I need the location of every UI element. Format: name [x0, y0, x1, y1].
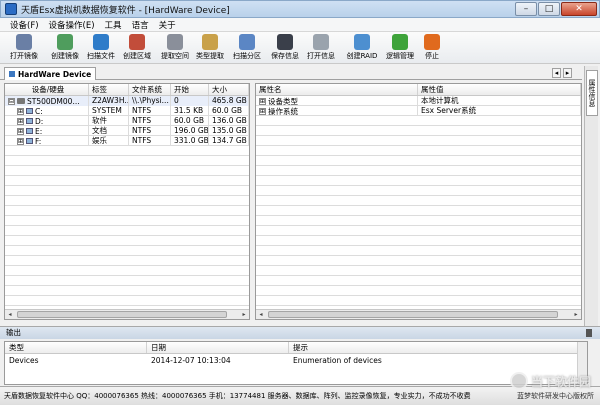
tab-hardware-device[interactable]: HardWare Device: [4, 67, 97, 80]
toolbar: 打开镜像 创建镜像 扫描文件 创建区域 提取空间 类型提取 扫描分区 保存信息 …: [0, 32, 600, 64]
scroll-right-arrow[interactable]: ▸: [571, 310, 581, 319]
scroll-right-arrow[interactable]: ▸: [239, 310, 249, 319]
column-type[interactable]: 类型: [5, 342, 147, 353]
output-table: 类型 日期 提示 Devices 2014-12-07 10:13:04 Enu…: [4, 341, 588, 385]
device-table-header: 设备/硬盘 标签 文件系统 开始 大小: [5, 84, 249, 96]
table-row[interactable]: ⊞ 设备类型 本地计算机: [256, 96, 581, 106]
create-image-button[interactable]: 创建镜像: [47, 34, 83, 64]
menu-language[interactable]: 语言: [132, 19, 149, 31]
column-hint[interactable]: 提示: [289, 342, 577, 353]
column-date[interactable]: 日期: [147, 342, 289, 353]
scrollbar-thumb[interactable]: [268, 311, 558, 318]
tab-next-button[interactable]: ▸: [563, 68, 572, 78]
collapse-icon[interactable]: ⊟: [8, 97, 15, 105]
table-row[interactable]: ⊟ ST500DM00... Z2AW3H... \\.\Physi... 0 4…: [5, 96, 249, 106]
volume-icon: [26, 138, 33, 144]
stop-button[interactable]: 停止: [414, 34, 450, 64]
extract-space-icon: [167, 34, 183, 50]
property-table-header: 属性名 属性值: [256, 84, 581, 96]
type-extract-button[interactable]: 类型提取: [192, 34, 228, 64]
expand-icon[interactable]: ⊞: [259, 107, 266, 115]
property-table-scrollbar[interactable]: ◂ ▸: [256, 309, 581, 319]
menu-about[interactable]: 关于: [159, 19, 176, 31]
menu-tools[interactable]: 工具: [105, 19, 122, 31]
volume-icon: [26, 118, 33, 124]
side-panel-strip: 属性信息: [584, 66, 598, 326]
window-title: 天盾Esx虚拟机数据恢复软件 - [HardWare Device]: [21, 5, 230, 16]
expand-icon[interactable]: ⊞: [17, 137, 24, 145]
property-rows: ⊞ 设备类型 本地计算机 ⊞ 操作系统 Esx Server系统: [256, 96, 581, 309]
status-copyright: 蓝梦软件研发中心版权所: [517, 392, 594, 400]
expand-icon[interactable]: ⊞: [17, 107, 24, 115]
create-raid-icon: [354, 34, 370, 50]
create-raid-button[interactable]: 创建RAID: [344, 34, 380, 64]
table-row[interactable]: ⊞ E: 文档 NTFS 196.0 GB 135.0 GB: [5, 126, 249, 136]
create-region-icon: [129, 34, 145, 50]
menu-device[interactable]: 设备(F): [10, 19, 39, 31]
column-label[interactable]: 标签: [89, 84, 129, 95]
logic-manage-icon: [392, 34, 408, 50]
stop-icon: [424, 34, 440, 50]
scan-partition-icon: [239, 34, 255, 50]
property-table: 属性名 属性值 ⊞ 设备类型 本地计算机 ⊞ 操作系统 Esx Server系统 ◂…: [255, 83, 582, 320]
create-image-icon: [57, 34, 73, 50]
output-table-header: 类型 日期 提示: [5, 342, 587, 354]
scroll-left-arrow[interactable]: ◂: [256, 310, 266, 319]
status-text: 天盾数据恢复软件中心 QQ：4000076365 热线：4000076365 手…: [4, 392, 471, 400]
table-row[interactable]: ⊞ 操作系统 Esx Server系统: [256, 106, 581, 116]
create-region-button[interactable]: 创建区域: [119, 34, 155, 64]
window-controls: – □ ✕: [515, 2, 597, 16]
minimize-button[interactable]: –: [515, 2, 537, 16]
tab-navigation: ◂ ▸: [552, 68, 572, 78]
menu-bar: 设备(F) 设备操作(E) 工具 语言 关于: [0, 18, 600, 32]
maximize-button[interactable]: □: [538, 2, 560, 16]
open-info-icon: [313, 34, 329, 50]
type-extract-icon: [202, 34, 218, 50]
menu-device-operation[interactable]: 设备操作(E): [49, 19, 95, 31]
open-image-icon: [16, 34, 32, 50]
save-info-button[interactable]: 保存信息: [267, 34, 303, 64]
extract-space-button[interactable]: 提取空间: [157, 34, 193, 64]
device-icon: [9, 71, 15, 77]
expand-icon[interactable]: ⊞: [17, 127, 24, 135]
save-info-icon: [277, 34, 293, 50]
column-property-value[interactable]: 属性值: [418, 84, 581, 95]
app-icon: [5, 3, 17, 15]
table-row[interactable]: ⊞ D: 软件 NTFS 60.0 GB 136.0 GB: [5, 116, 249, 126]
column-property-name[interactable]: 属性名: [256, 84, 418, 95]
volume-icon: [26, 128, 33, 134]
scrollbar-thumb[interactable]: [17, 311, 227, 318]
column-filesystem[interactable]: 文件系统: [129, 84, 171, 95]
column-device[interactable]: 设备/硬盘: [5, 84, 89, 95]
close-button[interactable]: ✕: [561, 2, 597, 16]
volume-icon: [26, 108, 33, 114]
scan-partition-button[interactable]: 扫描分区: [229, 34, 265, 64]
table-row[interactable]: ⊞ F: 娱乐 NTFS 331.0 GB 134.7 GB: [5, 136, 249, 146]
device-rows: ⊟ ST500DM00... Z2AW3H... \\.\Physi... 0 4…: [5, 96, 249, 309]
scan-file-icon: [93, 34, 109, 50]
device-table: 设备/硬盘 标签 文件系统 开始 大小 ⊟ ST500DM00... Z2AW3H…: [4, 83, 250, 320]
tab-strip: HardWare Device ◂ ▸: [0, 66, 582, 80]
open-image-button[interactable]: 打开镜像: [6, 34, 42, 64]
column-start[interactable]: 开始: [171, 84, 209, 95]
table-row[interactable]: ⊞ C: SYSTEM NTFS 31.5 KB 60.0 GB: [5, 106, 249, 116]
logic-manage-button[interactable]: 逻辑管理: [382, 34, 418, 64]
hard-disk-icon: [17, 98, 25, 104]
watermark-logo-icon: [510, 372, 528, 390]
title-bar: 天盾Esx虚拟机数据恢复软件 - [HardWare Device] – □ ✕: [0, 0, 600, 18]
expand-icon[interactable]: ⊞: [17, 117, 24, 125]
expand-icon[interactable]: ⊞: [259, 97, 266, 105]
pin-icon[interactable]: [586, 329, 592, 337]
scroll-left-arrow[interactable]: ◂: [5, 310, 15, 319]
watermark: 当下软件园: [510, 372, 591, 390]
open-info-button[interactable]: 打开信息: [303, 34, 339, 64]
scan-file-button[interactable]: 扫描文件: [83, 34, 119, 64]
device-table-scrollbar[interactable]: ◂ ▸: [5, 309, 249, 319]
column-size[interactable]: 大小: [209, 84, 249, 95]
log-row[interactable]: Devices 2014-12-07 10:13:04 Enumeration …: [5, 354, 587, 368]
side-tab-properties[interactable]: 属性信息: [586, 70, 598, 116]
tab-prev-button[interactable]: ◂: [552, 68, 561, 78]
output-panel-title: 输出: [0, 327, 600, 339]
